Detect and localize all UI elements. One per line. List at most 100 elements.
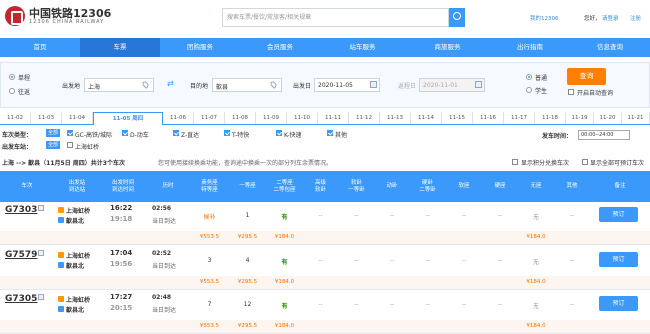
search-input[interactable]: 搜索车票/餐饮/常旅客/相关规章 (222, 8, 449, 27)
date-tab[interactable]: 11-07 (194, 112, 225, 124)
from-station[interactable]: 上海虹桥 (66, 206, 90, 215)
date-tab[interactable]: 11-04 (62, 112, 93, 124)
date-tab[interactable]: 11-18 (535, 112, 566, 124)
auto-query-checkbox[interactable] (568, 89, 574, 95)
train-info-icon[interactable] (38, 205, 44, 211)
date-tab[interactable]: 11-15 (442, 112, 473, 124)
seat-availability: -- (497, 212, 503, 219)
login-link[interactable]: 请登录 (602, 14, 619, 22)
station-checkbox[interactable] (67, 142, 73, 148)
seat-availability[interactable]: 无 (518, 257, 554, 266)
railway-logo-icon[interactable] (5, 6, 25, 26)
depart-time: 17:27 (110, 293, 133, 301)
date-tab[interactable]: 11-11 (318, 112, 349, 124)
show-all-checkbox[interactable] (582, 159, 588, 165)
type-z-checkbox[interactable] (173, 130, 179, 136)
date-tab[interactable]: 11-09 (256, 112, 287, 124)
round-trip-radio[interactable] (9, 88, 15, 94)
all-stations-button[interactable]: 全部 (46, 141, 61, 149)
book-button[interactable]: 预订 (599, 252, 638, 267)
date-tab[interactable]: 11-03 (31, 112, 62, 124)
type-k-checkbox[interactable] (276, 130, 282, 136)
th-duration[interactable]: 历时 (146, 171, 190, 202)
seat-availability[interactable]: 无 (518, 212, 554, 221)
th-second: 二等座 二等包座 (273, 179, 296, 193)
book-button[interactable]: 预订 (599, 296, 638, 311)
date-tab[interactable]: 11-06 (163, 112, 194, 124)
type-t-checkbox[interactable] (224, 130, 230, 136)
auto-query-label: 开启自动查询 (577, 90, 614, 97)
swap-icon[interactable]: ⇄ (167, 80, 177, 88)
date-tab[interactable]: 11-13 (380, 112, 411, 124)
seat-availability: -- (354, 301, 359, 308)
date-tab[interactable]: 11-19 (566, 112, 594, 124)
transfer-note[interactable]: 您可使用接续换乘功能，查询途中换乘一次的部分列车余票情况。 (158, 158, 332, 167)
type-other-checkbox[interactable] (327, 130, 333, 136)
duration: 02:52 (152, 250, 172, 257)
to-station[interactable]: 歙县北 (66, 305, 84, 314)
nav-guide[interactable]: 出行指南 (490, 38, 570, 57)
points-checkbox[interactable] (512, 159, 518, 165)
seat-availability: -- (461, 257, 467, 264)
date-tab[interactable]: 11-14 (411, 112, 442, 124)
seat-availability[interactable]: 1 (229, 212, 266, 219)
from-station[interactable]: 上海虹桥 (66, 295, 90, 304)
nav-info[interactable]: 信息查询 (570, 38, 650, 57)
date-tab[interactable]: 11-17 (504, 112, 535, 124)
date-tab[interactable]: 11-02 (0, 112, 31, 124)
date-tab[interactable]: 11-12 (349, 112, 380, 124)
nav-member[interactable]: 会员服务 (240, 38, 320, 57)
to-station[interactable]: 歙县北 (66, 261, 84, 270)
nav-station-service[interactable]: 站车服务 (320, 38, 405, 57)
seat-availability[interactable]: 有 (266, 212, 303, 221)
seat-availability[interactable]: 12 (229, 301, 266, 308)
search-icon[interactable] (449, 8, 465, 27)
train-number[interactable]: G7303 (5, 205, 37, 215)
depart-time-select[interactable]: 00:00--24:00 (578, 130, 630, 140)
train-number[interactable]: G7579 (5, 250, 37, 260)
calendar-icon[interactable] (475, 81, 482, 88)
nav-group[interactable]: 团购服务 (160, 38, 240, 57)
train-info-icon[interactable] (38, 250, 44, 256)
greeting: 您好， (584, 16, 601, 22)
train-info-icon[interactable] (38, 294, 44, 300)
query-button[interactable]: 查询 (567, 68, 606, 85)
seat-availability[interactable]: 3 (190, 257, 229, 264)
date-tab-active[interactable]: 11-05 周四 (93, 112, 163, 125)
seat-availability: -- (318, 301, 323, 308)
nav-business[interactable]: 商旅服务 (405, 38, 490, 57)
to-label: 目的地 (190, 83, 209, 90)
seat-availability: -- (354, 257, 359, 264)
seat-availability[interactable]: 候补 (190, 212, 229, 221)
book-button[interactable]: 预订 (599, 207, 638, 222)
origin-marker-icon (58, 296, 64, 302)
to-station[interactable]: 歙县北 (66, 216, 84, 225)
th-time[interactable]: 出发时间 到达时间 (100, 171, 146, 202)
train-type-label: 车次类型： (2, 132, 33, 139)
seat-availability[interactable]: 有 (266, 257, 303, 266)
student-ticket-radio[interactable] (526, 87, 532, 93)
my12306-link[interactable]: 我的12306 (530, 14, 559, 22)
date-tab[interactable]: 11-21 (622, 112, 650, 124)
date-tab[interactable]: 11-16 (473, 112, 504, 124)
date-tab[interactable]: 11-08 (225, 112, 256, 124)
nav-tickets[interactable]: 车票 (80, 38, 160, 57)
normal-ticket-radio[interactable] (526, 74, 532, 80)
th-station[interactable]: 出发站 到达站 (54, 171, 100, 202)
seat-availability[interactable]: 有 (266, 301, 303, 310)
type-d-checkbox[interactable] (122, 130, 128, 136)
result-summary: 上海 --> 歙县（11月5日 周四）共计3个车次 您可使用接续换乘功能，查询途… (0, 156, 650, 167)
calendar-icon[interactable] (370, 81, 377, 88)
train-number[interactable]: G7305 (5, 294, 37, 304)
all-types-button[interactable]: 全部 (46, 129, 61, 137)
seat-availability[interactable]: 7 (190, 301, 229, 308)
seat-availability[interactable]: 4 (229, 257, 266, 264)
date-tab[interactable]: 11-10 (287, 112, 318, 124)
type-gc-checkbox[interactable] (67, 130, 73, 136)
nav-home[interactable]: 首页 (0, 38, 80, 57)
one-way-radio[interactable] (9, 74, 15, 80)
seat-availability[interactable]: 无 (518, 301, 554, 310)
from-station[interactable]: 上海虹桥 (66, 251, 90, 260)
register-link[interactable]: 注册 (630, 14, 641, 22)
date-tab[interactable]: 11-20 (594, 112, 622, 124)
